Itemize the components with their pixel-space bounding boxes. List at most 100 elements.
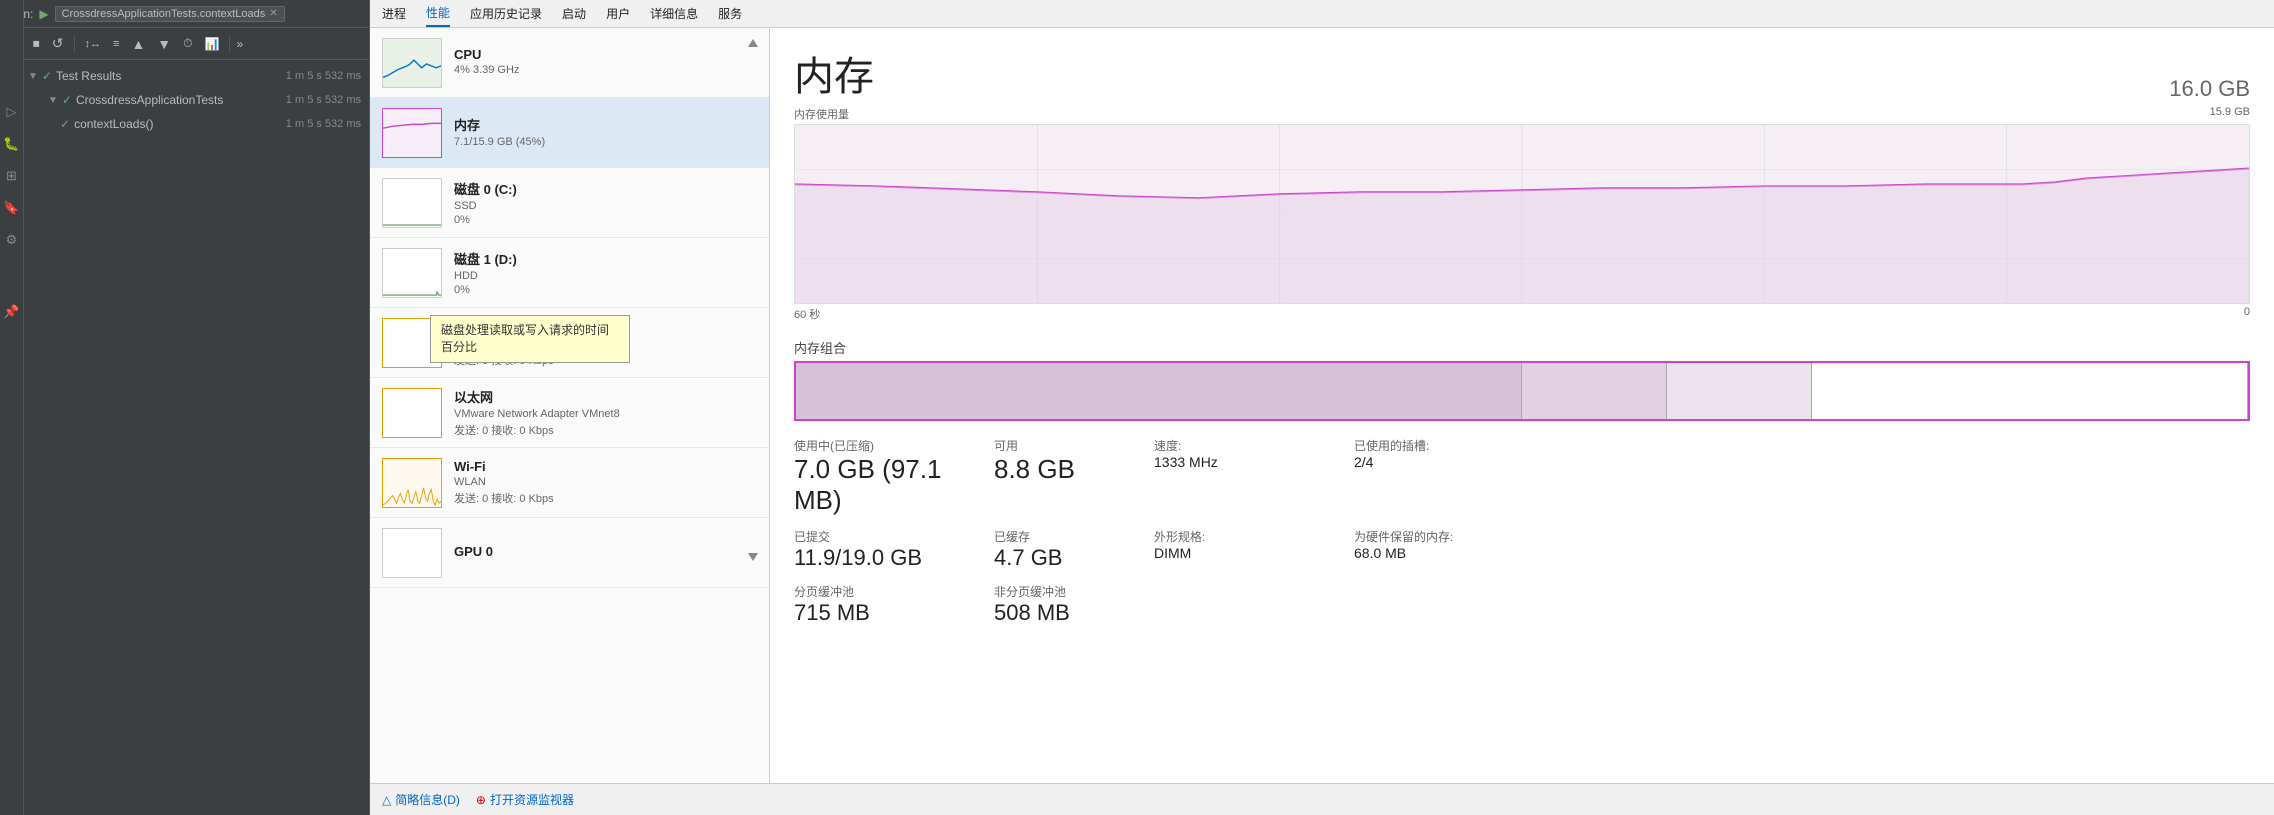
- ide-run-bar: Run: ▶ CrossdressApplicationTests.contex…: [0, 0, 369, 28]
- stat-in-use-value: 7.0 GB (97.1 MB): [794, 454, 994, 516]
- summary-info-label: 简略信息(D): [395, 791, 460, 808]
- tree-item-method[interactable]: ✓ contextLoads() 1 m 5 s 532 ms: [0, 112, 369, 136]
- disk1-tooltip: 磁盘处理读取或写入请求的时间百分比: [430, 315, 630, 363]
- stat-form-value: DIMM: [1154, 545, 1354, 561]
- chart-button[interactable]: 📊: [201, 35, 224, 53]
- tree-label2: CrossdressApplicationTests: [76, 93, 223, 107]
- eth2-sub: VMware Network Adapter VMnet8: [454, 408, 757, 420]
- stop-button[interactable]: ⏹: [29, 33, 44, 54]
- resource-monitor-icon: ⊕: [476, 793, 486, 807]
- taskman-bottom-bar: △ 简略信息(D) ⊕ 打开资源监视器: [370, 783, 2274, 815]
- comp-seg-2: [1522, 363, 1667, 419]
- disk0-info: 磁盘 0 (C:) SSD 0%: [454, 179, 757, 226]
- gpu-name: GPU 0: [454, 544, 757, 559]
- stat-speed-label: 速度:: [1154, 437, 1354, 454]
- summary-arrow-icon: △: [382, 793, 391, 807]
- disk0-sub: SSD: [454, 200, 757, 212]
- close-icon[interactable]: ✕: [269, 8, 277, 19]
- cpu-name: CPU: [454, 47, 757, 62]
- comp-seg-4: [1812, 363, 2248, 419]
- taskman-body: CPU 4% 3.39 GHz 内存 7.1/15.9 GB (45%): [370, 28, 2274, 783]
- rerun-button[interactable]: ↺: [48, 33, 68, 54]
- side-icon-debug[interactable]: 🐛: [0, 132, 24, 156]
- disk0-val: 0%: [454, 214, 757, 226]
- scroll-up-arrow[interactable]: [745, 36, 761, 57]
- tree-item-results[interactable]: ▼ ✓ Test Results 1 m 5 s 532 ms: [0, 64, 369, 88]
- eth2-info: 以太网 VMware Network Adapter VMnet8 发送: 0 …: [454, 387, 757, 438]
- side-icon-bookmark[interactable]: 🔖: [0, 196, 24, 220]
- stat-hw-reserved: 为硬件保留的内存: 68.0 MB: [1354, 528, 1554, 571]
- side-icon-run[interactable]: ▷: [3, 100, 21, 124]
- list-item-disk0[interactable]: 磁盘 0 (C:) SSD 0%: [370, 168, 769, 238]
- sort-button[interactable]: ≡: [109, 36, 123, 52]
- tree-label3: contextLoads(): [74, 117, 153, 131]
- list-item-cpu[interactable]: CPU 4% 3.39 GHz: [370, 28, 769, 98]
- chart-bottom-row: 60 秒 0: [794, 306, 2250, 322]
- open-resource-monitor-link[interactable]: ⊕ 打开资源监视器: [476, 791, 574, 808]
- memory-sub: 7.1/15.9 GB (45%): [454, 136, 757, 148]
- disk1-sub: HDD: [454, 270, 757, 282]
- nav-services[interactable]: 服务: [718, 1, 742, 26]
- memory-composition-bar: [794, 361, 2250, 421]
- nav-history[interactable]: 应用历史记录: [470, 1, 542, 26]
- stat-hw-label: 为硬件保留的内存:: [1354, 528, 1554, 545]
- taskman-detail-panel: 内存 16.0 GB 内存使用量 15.9 GB: [770, 28, 2274, 783]
- list-item-eth2[interactable]: 以太网 VMware Network Adapter VMnet8 发送: 0 …: [370, 378, 769, 448]
- tree-item-class[interactable]: ▼ ✓ CrossdressApplicationTests 1 m 5 s 5…: [0, 88, 369, 112]
- run-tab[interactable]: CrossdressApplicationTests.contextLoads …: [55, 6, 285, 22]
- wifi-val: 发送: 0 接收: 0 Kbps: [454, 490, 757, 506]
- up-button[interactable]: ▲: [127, 34, 149, 54]
- stat-available-label: 可用: [994, 437, 1154, 454]
- open-resource-label: 打开资源监视器: [490, 791, 574, 808]
- nav-performance[interactable]: 性能: [426, 0, 450, 27]
- nav-startup[interactable]: 启动: [562, 1, 586, 26]
- nav-users[interactable]: 用户: [606, 1, 630, 26]
- stat-paged-value: 715 MB: [794, 600, 994, 626]
- cpu-sub: 4% 3.39 GHz: [454, 64, 757, 76]
- list-item-gpu[interactable]: GPU 0: [370, 518, 769, 588]
- memory-mini-chart: [382, 108, 442, 158]
- toolbar-separator: [74, 35, 75, 53]
- sort-az-button[interactable]: ↕↔: [81, 36, 106, 52]
- down-button[interactable]: ▼: [153, 34, 175, 54]
- memory-name: 内存: [454, 115, 757, 134]
- cpu-mini-chart: [382, 38, 442, 88]
- disk1-val: 0%: [454, 284, 757, 296]
- stat-speed: 速度: 1333 MHz: [1154, 437, 1354, 516]
- detail-title: 内存: [794, 44, 874, 102]
- ide-side-strip: ▷ 🐛 ⊞ 🔖 ⚙ 📌: [0, 0, 24, 815]
- ide-test-tree: ▼ ✓ Test Results 1 m 5 s 532 ms ▼ ✓ Cros…: [0, 60, 369, 815]
- gpu-mini-chart: [382, 528, 442, 578]
- ide-panel: Run: ▶ CrossdressApplicationTests.contex…: [0, 0, 370, 815]
- list-item-disk1[interactable]: 磁盘 1 (D:) HDD 0% 磁盘处理读取或写入请求的时间百分比: [370, 238, 769, 308]
- clock-button[interactable]: ⏱: [179, 34, 196, 53]
- list-item-memory[interactable]: 内存 7.1/15.9 GB (45%): [370, 98, 769, 168]
- eth2-mini-chart: [382, 388, 442, 438]
- gpu-info: GPU 0: [454, 544, 757, 561]
- scroll-down-arrow[interactable]: [745, 548, 761, 569]
- chart-label-row: 内存使用量 15.9 GB: [794, 106, 2250, 122]
- list-item-wifi[interactable]: Wi-Fi WLAN 发送: 0 接收: 0 Kbps: [370, 448, 769, 518]
- stat-committed-value: 11.9/19.0 GB: [794, 545, 994, 571]
- stat-form-factor: 外形规格: DIMM: [1154, 528, 1354, 571]
- side-icon-find[interactable]: ⚙: [2, 228, 22, 252]
- side-icon-pin[interactable]: 📌: [0, 300, 24, 324]
- nav-processes[interactable]: 进程: [382, 1, 406, 26]
- disk1-name: 磁盘 1 (D:): [454, 249, 757, 268]
- comp-seg-1: [796, 363, 1522, 419]
- more-icon[interactable]: »: [236, 37, 243, 51]
- tree-duration3: 1 m 5 s 532 ms: [286, 118, 361, 130]
- chart-label-right: 15.9 GB: [2210, 106, 2250, 122]
- side-icon-structure[interactable]: ⊞: [2, 164, 21, 188]
- stat-slots-used: 已使用的插槽: 2/4: [1354, 437, 1554, 516]
- stat-nonpaged-value: 508 MB: [994, 600, 1154, 626]
- stat-in-use: 使用中(已压缩) 7.0 GB (97.1 MB): [794, 437, 994, 516]
- comp-seg-3: [1667, 363, 1812, 419]
- wifi-sub: WLAN: [454, 476, 757, 488]
- stat-nonpaged-label: 非分页缓冲池: [994, 583, 1154, 600]
- nav-details[interactable]: 详细信息: [650, 1, 698, 26]
- stat-available: 可用 8.8 GB: [994, 437, 1154, 516]
- chart-time-right: 0: [2244, 306, 2250, 322]
- stat-cached: 已缓存 4.7 GB: [994, 528, 1154, 571]
- summary-info-link[interactable]: △ 简略信息(D): [382, 791, 460, 808]
